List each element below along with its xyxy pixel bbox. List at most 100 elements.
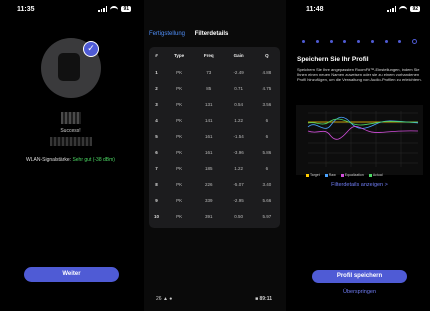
table-cell: 4.75: [262, 85, 272, 91]
progress-dot: [343, 39, 347, 43]
table-cell: -3.96: [233, 149, 244, 155]
legend-raw: Raw: [324, 173, 336, 177]
wlan-value: Sehr gut (-38 dBm): [72, 157, 115, 163]
table-cell: 1: [155, 69, 158, 75]
status-time: 11:48: [306, 6, 324, 13]
table-cell: 3.56: [262, 101, 272, 107]
bottom-status-left: 26 ▲ ●: [156, 296, 173, 302]
table-cell: 6: [265, 133, 269, 139]
table-cell: PK: [176, 69, 183, 75]
table-cell: 4.88: [262, 69, 272, 75]
table-cell: 8: [155, 181, 158, 187]
table-cell: 3.40: [262, 181, 272, 187]
progress-dot: [315, 39, 319, 43]
table-row: 5 PK 161 -1.54 6: [149, 128, 280, 144]
eq-curve-chart: [296, 105, 423, 175]
progress-dot: [329, 39, 333, 43]
table-cell: 5.86: [262, 149, 272, 155]
table-cell: 3: [155, 101, 158, 107]
battery-icon: 92: [410, 6, 420, 12]
wifi-icon: [399, 6, 408, 12]
table-row: 8 PK 226 -5.07 3.40: [149, 176, 280, 192]
progress-dot: [357, 39, 360, 43]
save-profile-button[interactable]: Profil speichern: [312, 270, 407, 283]
status-icons: 92: [387, 6, 420, 12]
table-cell: 1.22: [234, 117, 243, 123]
table-cell: 5.66: [262, 197, 272, 203]
table-cell: -1.54: [233, 133, 244, 139]
table-cell: 339: [205, 197, 213, 203]
filter-table: # Type Freq Gain Q 1 PK 73 -2.49 4.88 2 PK 85 0.71 4.…: [149, 47, 280, 224]
table-cell: 141: [205, 117, 213, 123]
table-cell: -5.07: [233, 181, 244, 187]
table-row: 4 PK 141 1.22 6: [149, 112, 280, 128]
tab-preset[interactable]: Fertigstellung: [149, 31, 185, 37]
tab-filter-details[interactable]: Filterdetails: [195, 31, 229, 37]
table-cell: 0.71: [234, 85, 243, 91]
progress-dot: [384, 39, 388, 43]
page-description: Speichern Sie Ihre angepassten RoomFit™-…: [297, 67, 422, 82]
bottom-status-right: ■ 89:11: [255, 296, 272, 302]
legend-target: Target: [306, 173, 320, 177]
success-label: Success!: [60, 128, 81, 134]
table-cell: -2.95: [233, 197, 244, 203]
filter-details-link[interactable]: Filterdetails anzeigen >: [289, 182, 430, 188]
table-cell: PK: [176, 149, 183, 155]
table-row: 3 PK 131 0.54 3.56: [149, 96, 280, 112]
wlan-label: WLAN-Signalstärke:: [26, 157, 72, 163]
legend-equalization: Equalization: [340, 173, 364, 177]
table-cell: 131: [205, 101, 213, 107]
table-cell: 85: [206, 85, 212, 91]
success-screen: 11:35 91 ✓ Success! WLAN-Signalstärke: S…: [0, 0, 141, 311]
speaker-image: [58, 53, 80, 81]
table-cell: PK: [176, 181, 183, 187]
checkmark-icon: ✓: [83, 41, 99, 57]
table-row: 1 PK 73 -2.49 4.88: [149, 64, 280, 80]
table-cell: 5.97: [262, 213, 272, 219]
table-body: 1 PK 73 -2.49 4.88 2 PK 85 0.71 4.75 3 PK 131 0.54 3.5…: [149, 64, 280, 224]
table-cell: 391: [205, 213, 213, 219]
filter-details-screen: Fertigstellung Filterdetails # Type Freq Ga…: [144, 0, 286, 311]
table-row: 6 PK 161 -3.96 5.86: [149, 144, 280, 160]
chart-legend: Target Raw Equalization Actual: [306, 173, 383, 177]
table-cell: 0.50: [234, 213, 243, 219]
table-cell: 0.54: [234, 101, 243, 107]
redacted-text: [61, 112, 81, 124]
table-cell: 1.22: [234, 165, 243, 171]
table-row: 9 PK 339 -2.95 5.66: [149, 192, 280, 208]
table-cell: PK: [176, 117, 183, 123]
wlan-strength: WLAN-Signalstärke: Sehr gut (-38 dBm): [0, 157, 141, 163]
table-cell: 5: [155, 133, 158, 139]
continue-button[interactable]: Weiter: [24, 267, 119, 282]
column-header: Gain: [233, 53, 244, 58]
filter-table-card: # Type Freq Gain Q 1 PK 73 -2.49 4.88 2 PK 85 0.71 4.…: [149, 47, 280, 228]
skip-link[interactable]: Überspringen: [289, 289, 430, 295]
table-cell: 226: [205, 181, 213, 187]
status-bar: 11:35 91: [0, 6, 141, 16]
table-cell: 6: [265, 117, 269, 123]
status-time: 11:35: [17, 6, 35, 13]
column-header: Type: [173, 53, 185, 58]
table-row: 7 PK 185 1.22 6: [149, 160, 280, 176]
signal-icon: [98, 6, 108, 12]
table-cell: 7: [155, 165, 158, 171]
redacted-text: [50, 137, 92, 146]
save-profile-screen: 11:48 92 Speichern Sie Ihr Profil Speich…: [289, 0, 430, 311]
table-cell: 10: [153, 213, 159, 219]
status-bar: 11:48 92: [289, 6, 430, 16]
table-cell: 2: [155, 85, 158, 91]
progress-dots: [302, 38, 417, 44]
table-cell: PK: [176, 197, 183, 203]
table-cell: 161: [205, 149, 213, 155]
battery-icon: 91: [121, 6, 131, 12]
table-cell: -2.49: [233, 69, 244, 75]
page-title: Speichern Sie Ihr Profil: [297, 56, 369, 63]
table-row: 2 PK 85 0.71 4.75: [149, 80, 280, 96]
column-header: Freq: [203, 53, 214, 58]
wifi-icon: [110, 6, 119, 12]
table-header: # Type Freq Gain Q: [149, 47, 280, 64]
progress-dot: [370, 39, 374, 43]
table-cell: 4: [155, 117, 158, 123]
legend-actual: Actual: [368, 173, 383, 177]
progress-dot-current: [412, 38, 417, 44]
